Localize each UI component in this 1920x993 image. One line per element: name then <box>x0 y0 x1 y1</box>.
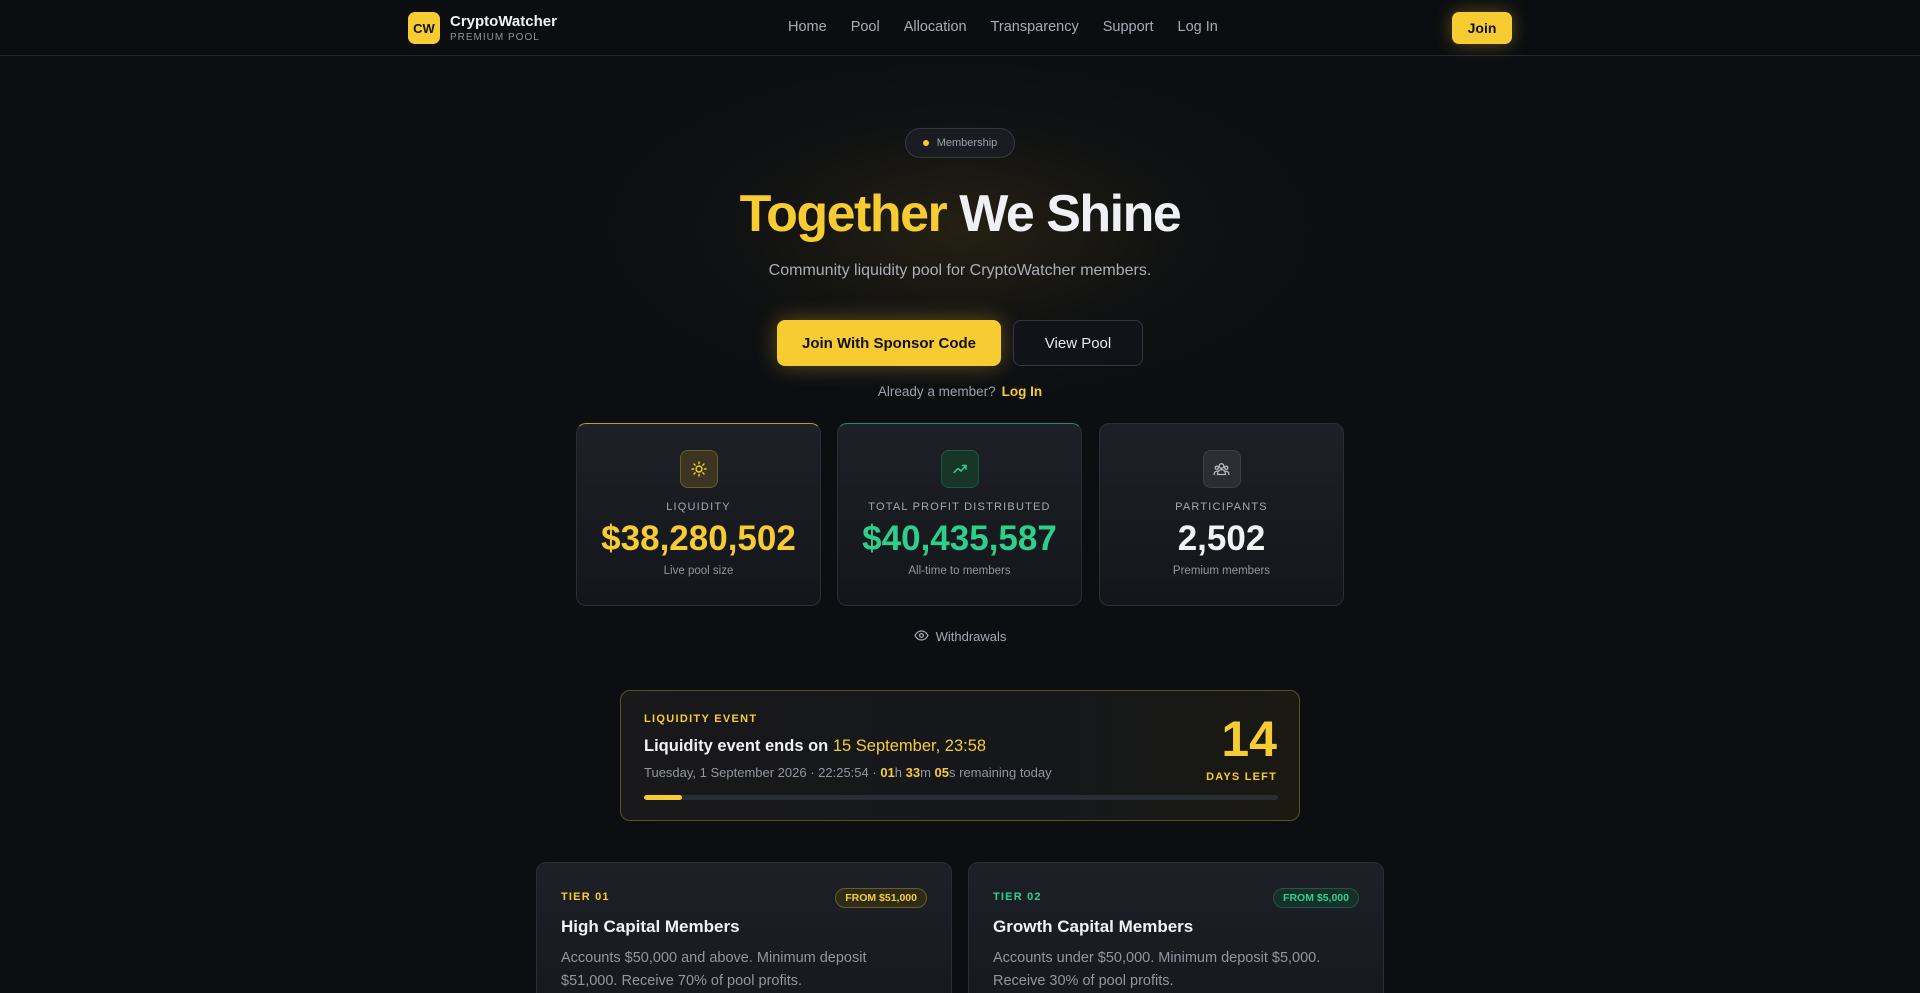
users-icon <box>1202 450 1241 488</box>
join-button[interactable]: Join <box>1452 12 1512 44</box>
nav-link-home[interactable]: Home <box>788 19 827 35</box>
tier-kicker: TIER 01 <box>561 891 610 903</box>
member-login-link[interactable]: Log In <box>1002 384 1043 399</box>
nav-links: Home Pool Allocation Transparency Suppor… <box>788 19 1218 35</box>
brand-name: CryptoWatcher <box>450 12 557 30</box>
withdrawals-label: Withdrawals <box>935 629 1007 644</box>
tier-description: Accounts under $50,000. Minimum deposit … <box>993 950 1321 989</box>
stat-value: 2,502 <box>1177 519 1266 558</box>
membership-badge: Membership <box>905 128 1015 158</box>
view-pool-button[interactable]: View Pool <box>1013 320 1143 366</box>
brand[interactable]: CW CryptoWatcher PREMIUM POOL <box>408 12 557 44</box>
event-progress-fill <box>644 795 683 800</box>
event-kicker: LIQUIDITY EVENT <box>644 713 758 725</box>
stat-card-participants: PARTICIPANTS 2,502 Premium members <box>1099 423 1344 606</box>
stat-value: $40,435,587 <box>862 519 1057 558</box>
withdrawals-link[interactable]: Withdrawals <box>0 629 1920 644</box>
member-prompt: Already a member? <box>877 384 996 399</box>
stat-label: PARTICIPANTS <box>1175 501 1268 513</box>
event-time-suffix: s remaining today <box>949 765 1052 780</box>
join-with-sponsor-code-button[interactable]: Join With Sponsor Code <box>777 320 1001 366</box>
member-prompt-line: Already a member? Log In <box>0 384 1920 399</box>
eye-icon <box>913 629 929 644</box>
tier-min-badge: FROM $5,000 <box>1273 888 1359 908</box>
days-left-label: DAYS LEFT <box>1206 771 1277 783</box>
brand-subtitle: PREMIUM POOL <box>450 31 540 43</box>
tier-kicker: TIER 02 <box>993 891 1042 903</box>
stat-card-liquidity: LIQUIDITY $38,280,502 Live pool size <box>576 423 821 606</box>
stat-value: $38,280,502 <box>601 519 796 558</box>
days-left-number: 14 <box>1221 711 1277 767</box>
nav-link-pool[interactable]: Pool <box>851 19 880 35</box>
stat-note: Live pool size <box>663 565 734 577</box>
event-progress-bar <box>644 795 1278 800</box>
top-nav: CW CryptoWatcher PREMIUM POOL Home Pool … <box>0 0 1920 56</box>
hero-subtitle: Community liquidity pool for CryptoWatch… <box>768 262 1152 279</box>
stat-label: TOTAL PROFIT DISTRIBUTED <box>868 501 1051 513</box>
event-title: Liquidity event ends on 15 September, 23… <box>644 737 986 756</box>
event-minutes: 33 <box>905 765 921 780</box>
badge-label: Membership <box>936 137 998 149</box>
hero-title: Together We Shine <box>0 182 1920 246</box>
tier-min-badge: FROM $51,000 <box>835 888 927 908</box>
stat-note: All-time to members <box>908 565 1011 577</box>
tier-title: Growth Capital Members <box>993 917 1194 936</box>
stat-label: LIQUIDITY <box>666 501 731 513</box>
hero-title-rest: We Shine <box>946 185 1182 243</box>
trending-up-icon <box>940 450 979 488</box>
stat-card-total-profit: TOTAL PROFIT DISTRIBUTED $40,435,587 All… <box>837 423 1082 606</box>
hero-title-highlight: Together <box>739 185 948 243</box>
event-seconds: 05 <box>934 765 950 780</box>
nav-link-login[interactable]: Log In <box>1178 19 1218 35</box>
event-current-datetime: Tuesday, 1 September 2026 · 22:25:54 · <box>644 765 881 780</box>
brand-text: CryptoWatcher PREMIUM POOL <box>450 13 557 44</box>
badge-dot-icon <box>922 140 929 146</box>
stat-note: Premium members <box>1172 565 1271 577</box>
event-hours: 01 <box>880 765 895 780</box>
nav-link-transparency[interactable]: Transparency <box>991 19 1079 35</box>
tier-card-growth-capital: TIER 02 FROM $5,000 Growth Capital Membe… <box>968 862 1384 993</box>
brand-logo: CW <box>408 12 440 44</box>
nav-link-allocation[interactable]: Allocation <box>904 19 967 35</box>
event-end-date: 15 September, 23:58 <box>832 737 987 755</box>
event-time-remaining: Tuesday, 1 September 2026 · 22:25:54 · 0… <box>644 765 1052 780</box>
tier-title: High Capital Members <box>561 917 740 936</box>
event-title-prefix: Liquidity event ends on <box>644 737 833 755</box>
tier-description: Accounts $50,000 and above. Minimum depo… <box>561 950 867 989</box>
nav-link-support[interactable]: Support <box>1103 19 1154 35</box>
sun-icon <box>679 450 718 488</box>
tier-card-high-capital: TIER 01 FROM $51,000 High Capital Member… <box>536 862 952 993</box>
liquidity-event-card: LIQUIDITY EVENT Liquidity event ends on … <box>620 690 1300 821</box>
